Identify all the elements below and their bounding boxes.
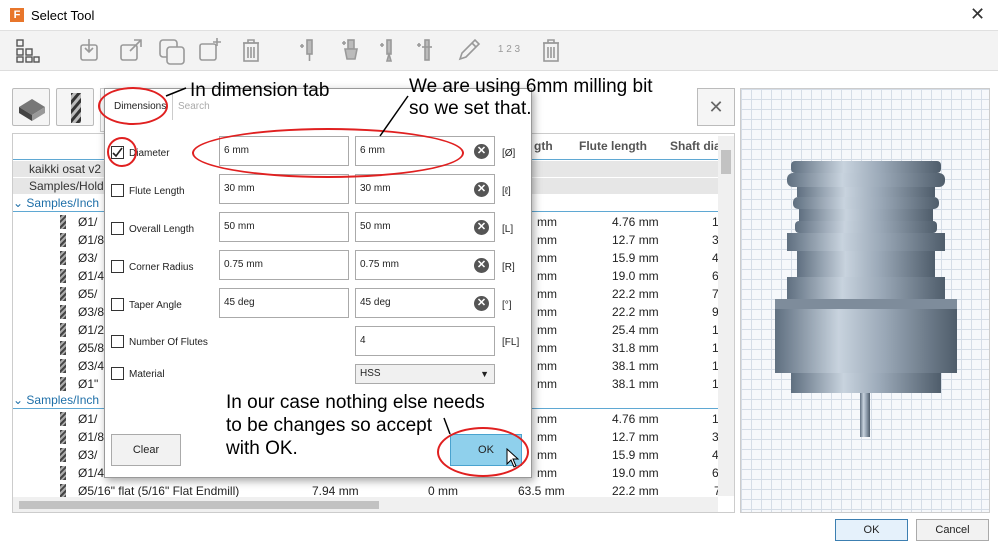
annotation-tab-note: In dimension tab <box>190 80 330 101</box>
ok-button[interactable]: OK <box>835 519 908 541</box>
annotation-bit-note-2: so we set that. <box>409 98 532 119</box>
annotation-accept-note-3: with OK. <box>226 438 298 459</box>
annotation-accept-note-2: to be changes so accept <box>226 415 432 436</box>
annotation-accept-note-1: In our case nothing else needs <box>226 392 485 413</box>
annotation-bit-note-1: We are using 6mm milling bit <box>409 76 653 97</box>
cancel-button[interactable]: Cancel <box>916 519 989 541</box>
